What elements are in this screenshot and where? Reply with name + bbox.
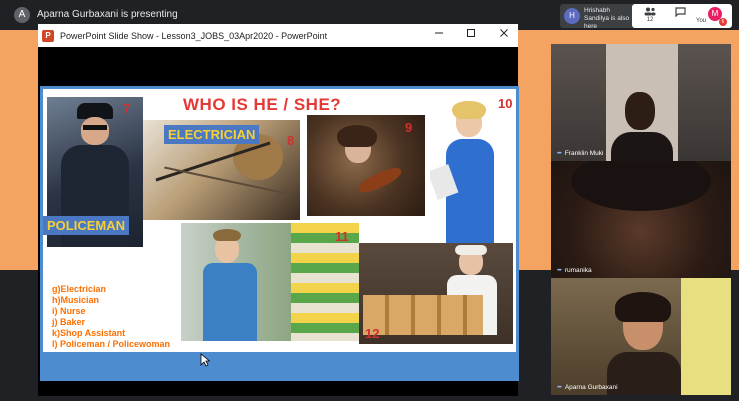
participant-tile[interactable]: ••• Aparna Gurbaxani bbox=[551, 278, 731, 395]
list-item: j) Baker bbox=[52, 317, 86, 327]
list-item: i) Nurse bbox=[52, 306, 86, 316]
video-background-light bbox=[681, 278, 731, 395]
minimize-icon bbox=[435, 32, 443, 34]
avatar: H bbox=[564, 8, 580, 24]
audio-level-icon: ••• bbox=[557, 150, 562, 157]
maximize-button[interactable] bbox=[463, 28, 479, 43]
participant-tile[interactable]: ••• Franklin Muki bbox=[551, 44, 731, 161]
presenter-avatar: A bbox=[14, 7, 30, 23]
number-8: 8 bbox=[287, 133, 295, 148]
participant-body bbox=[611, 132, 673, 161]
people-count: 12 bbox=[646, 17, 654, 23]
policeman-label: POLICEMAN bbox=[43, 216, 129, 235]
number-10: 10 bbox=[498, 96, 513, 111]
close-button[interactable] bbox=[496, 28, 512, 43]
electrician-label: ELECTRICIAN bbox=[164, 125, 260, 144]
participant-name: ••• Aparna Gurbaxani bbox=[557, 384, 618, 391]
participant-face bbox=[625, 92, 655, 130]
participant-tile[interactable]: ••• rumanika bbox=[551, 161, 731, 278]
nurse-photo bbox=[430, 97, 510, 267]
also-here-text: Hrishabh Sandilya is also here bbox=[584, 7, 630, 30]
close-icon bbox=[500, 29, 508, 37]
list-item: h)Musician bbox=[52, 295, 100, 305]
meeting-controls: 12 You M 6 bbox=[632, 4, 732, 28]
number-12: 12 bbox=[365, 326, 380, 341]
baker-photo bbox=[359, 243, 513, 344]
you-label: You bbox=[696, 18, 707, 24]
people-button[interactable]: 12 bbox=[640, 7, 660, 25]
powerpoint-titlebar: P PowerPoint Slide Show - Lesson3_JOBS_0… bbox=[38, 24, 518, 47]
shop-assistant-photo bbox=[181, 223, 359, 341]
number-11: 11 bbox=[335, 229, 349, 244]
powerpoint-logo-icon: P bbox=[42, 30, 54, 42]
people-icon bbox=[644, 7, 656, 16]
powerpoint-window: P PowerPoint Slide Show - Lesson3_JOBS_0… bbox=[38, 24, 519, 396]
presenter-status-text: Aparna Gurbaxani is presenting bbox=[37, 9, 178, 20]
participant-body bbox=[607, 352, 681, 395]
slide-title: WHO IS HE / SHE? bbox=[183, 95, 342, 114]
audio-level-icon: ••• bbox=[557, 384, 562, 391]
participant-name: ••• rumanika bbox=[557, 267, 592, 274]
maximize-icon bbox=[467, 29, 475, 37]
list-item: g)Electrician bbox=[52, 284, 107, 294]
window-title: PowerPoint Slide Show - Lesson3_JOBS_03A… bbox=[60, 31, 328, 41]
chat-button[interactable] bbox=[670, 7, 690, 25]
slide-content: WHO IS HE / SHE? 7 POLICEMAN ELECTRICIAN… bbox=[43, 89, 516, 352]
number-7: 7 bbox=[123, 101, 131, 116]
mouse-cursor-icon bbox=[200, 353, 210, 367]
participant-hair bbox=[571, 161, 711, 211]
notification-badge: 6 bbox=[719, 18, 727, 26]
participant-name: ••• Franklin Muki bbox=[557, 150, 604, 157]
list-item: k)Shop Assistant bbox=[52, 328, 126, 338]
vocabulary-list: g)Electrician h)Musician i) Nurse j) Bak… bbox=[52, 284, 170, 350]
number-9: 9 bbox=[405, 120, 413, 135]
participant-hair bbox=[615, 292, 671, 322]
list-item: l) Policeman / Policewoman bbox=[52, 339, 171, 349]
audio-level-icon: ••• bbox=[557, 267, 562, 274]
slide: WHO IS HE / SHE? 7 POLICEMAN ELECTRICIAN… bbox=[40, 86, 519, 381]
chat-icon bbox=[674, 7, 686, 18]
minimize-button[interactable] bbox=[431, 28, 447, 43]
also-here-notice[interactable]: H Hrishabh Sandilya is also here bbox=[560, 4, 635, 30]
